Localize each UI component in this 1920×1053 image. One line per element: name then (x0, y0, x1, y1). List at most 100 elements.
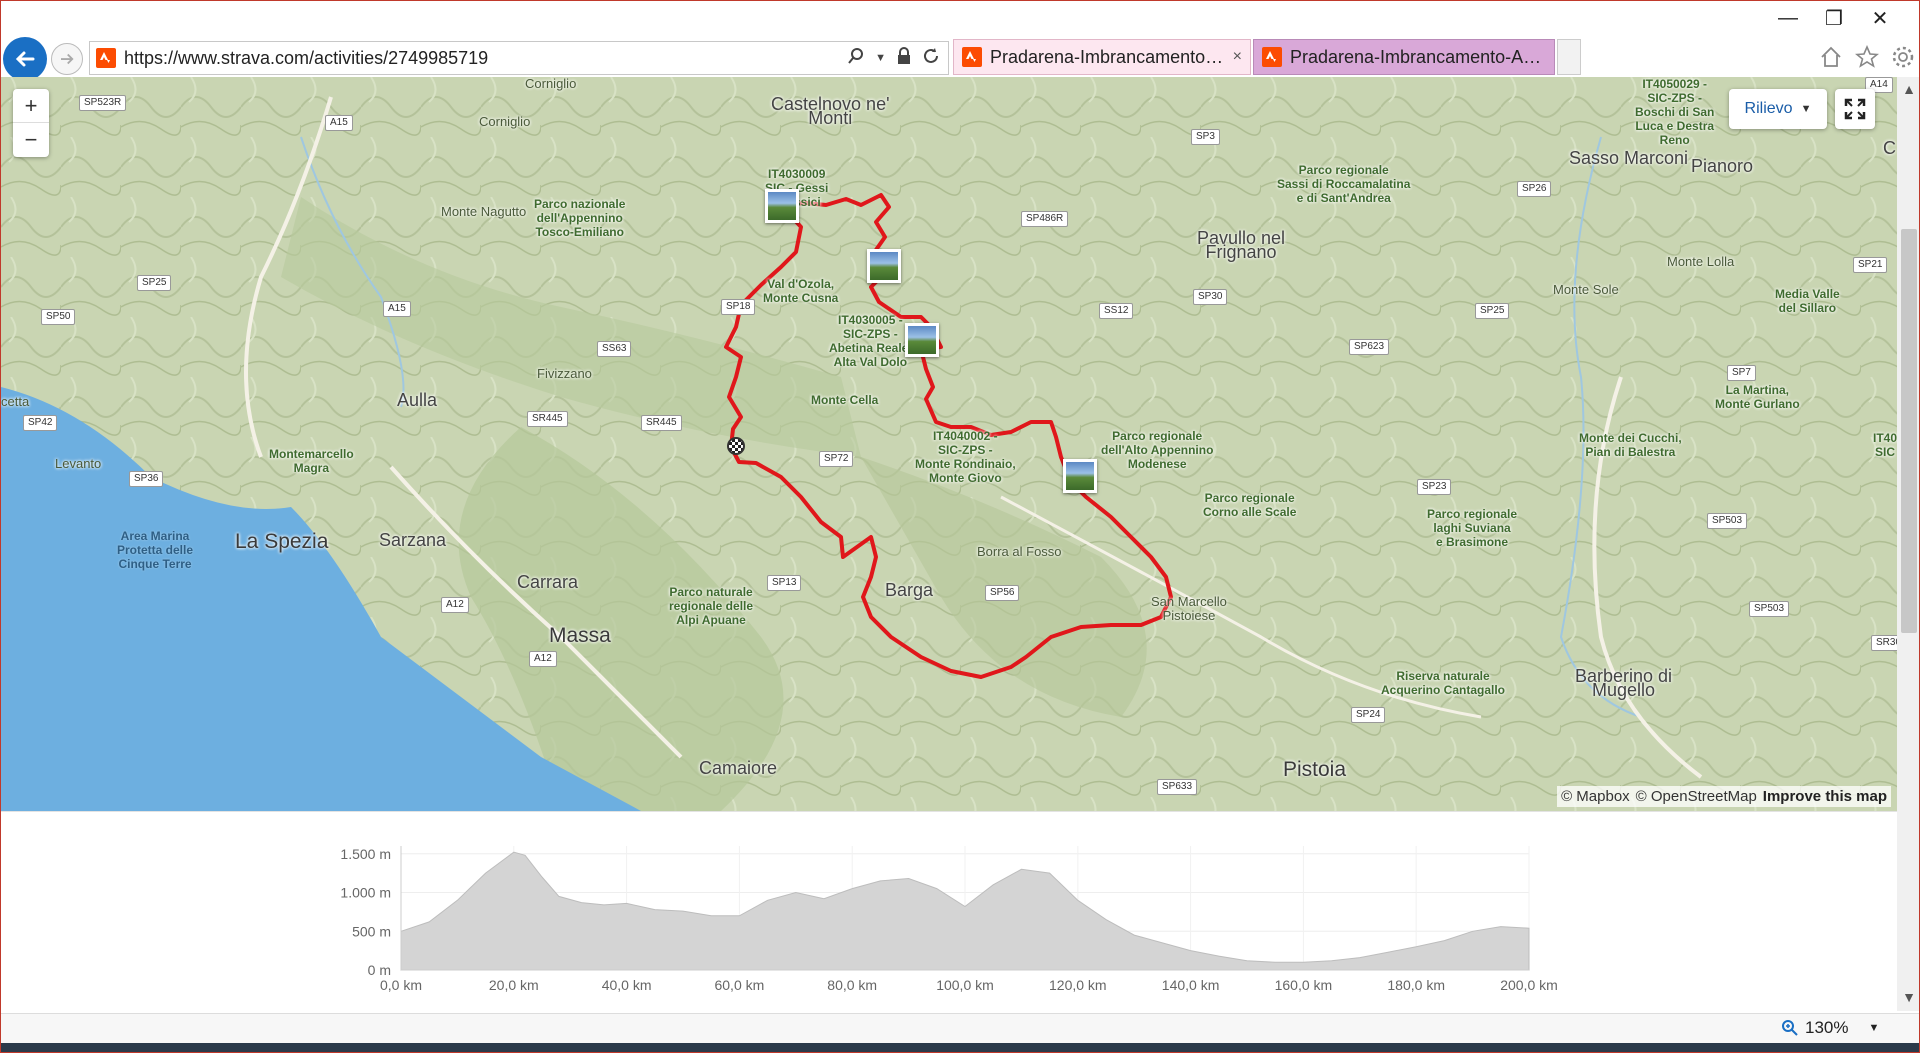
place-label: Pavullo nel Frignano (1197, 228, 1286, 262)
park-label: Parco regionale Sassi di Roccamalatina e… (1277, 163, 1411, 205)
improve-map-link[interactable]: Improve this map (1763, 788, 1887, 805)
status-bar: 130% ▼ (1, 1013, 1919, 1043)
photo-marker[interactable] (1063, 459, 1097, 493)
scroll-down-icon[interactable]: ▼ (1897, 985, 1919, 1009)
park-label: La Martina, Monte Gurlano (1715, 383, 1800, 411)
road-badge: SR445 (641, 415, 682, 431)
road-badge: SP7 (1727, 365, 1756, 381)
road-badge: SP24 (1351, 707, 1386, 723)
layer-label: Rilievo (1744, 100, 1793, 117)
osm-link[interactable]: © OpenStreetMap (1636, 788, 1757, 805)
road-badge: A12 (441, 597, 469, 613)
elevation-profile[interactable]: 1.500 m 1.000 m 500 m 0 m 0,0 km 20,0 km 40,0 … (1, 811, 1897, 1011)
place-label: Sarzana (379, 530, 447, 550)
place-label: Massa (549, 624, 611, 647)
x-tick-label: 40,0 km (602, 977, 652, 993)
road-badge: SP30 (1193, 289, 1228, 305)
place-label: Monte Cella (811, 393, 879, 407)
magnifier-icon (1782, 1020, 1798, 1036)
x-tick-label: 80,0 km (827, 977, 877, 993)
park-label: Montemarcello Magra (269, 447, 354, 475)
lock-icon[interactable] (896, 46, 912, 70)
park-label: Area Marina Protetta delle Cinque Terre (117, 529, 194, 571)
tab-second[interactable]: Pradarena-Imbrancamento-Abe... (1253, 39, 1555, 75)
fullscreen-button[interactable] (1835, 89, 1875, 129)
tab-close-icon[interactable]: × (1233, 48, 1242, 66)
road-badge: SP23 (1417, 479, 1452, 495)
url-text[interactable]: https://www.strava.com/activities/274998… (124, 48, 847, 69)
new-tab-button[interactable] (1557, 39, 1581, 75)
back-button[interactable] (3, 37, 47, 81)
road-badge: SP26 (1517, 181, 1552, 197)
minimize-button[interactable]: — (1765, 3, 1811, 33)
elevation-chart: 1.500 m 1.000 m 500 m 0 m0,0 km 20,0 km 40,0 … (340, 846, 1557, 993)
maximize-button[interactable]: ❐ (1811, 3, 1857, 33)
zoom-level[interactable]: 130% ▼ (1781, 1018, 1879, 1038)
address-bar[interactable]: https://www.strava.com/activities/274998… (89, 41, 949, 75)
tab-label: Pradarena-Imbrancamento-A... (990, 46, 1227, 67)
scroll-up-icon[interactable]: ▲ (1897, 77, 1919, 101)
refresh-icon[interactable] (922, 47, 940, 70)
zoom-in-button[interactable]: + (13, 89, 49, 123)
place-label: La Spezia (235, 530, 329, 553)
park-label: Monte dei Cucchi, Pian di Balestra (1579, 431, 1682, 459)
road-badge: SP503 (1707, 513, 1748, 529)
road-badge: SR30 (1871, 635, 1897, 651)
dropdown-arrow-icon[interactable]: ▼ (1868, 1022, 1879, 1034)
road-badge: SP3 (1191, 129, 1220, 145)
road-badge: SP56 (985, 585, 1020, 601)
x-tick-label: 60,0 km (714, 977, 764, 993)
place-label: Camaiore (699, 758, 778, 778)
place-label: Levanto (55, 456, 102, 471)
x-tick-label: 0,0 km (380, 977, 422, 993)
place-label: Pistoia (1283, 758, 1347, 781)
strava-favicon-icon (962, 47, 982, 67)
x-tick-label: 160,0 km (1275, 977, 1333, 993)
park-label: Parco nazionale dell'Appennino Tosco-Emi… (534, 197, 626, 239)
park-label: Riserva naturale Acquerino Cantagallo (1381, 669, 1506, 697)
road-badge: SP523R (79, 95, 127, 111)
place-label: Fivizzano (537, 366, 592, 381)
gear-icon[interactable] (1889, 43, 1917, 71)
road-badge: SP50 (41, 309, 76, 325)
zoom-percent: 130% (1805, 1018, 1849, 1037)
vertical-scrollbar[interactable]: ▲ ▼ (1897, 77, 1919, 1011)
x-tick-label: 140,0 km (1162, 977, 1220, 993)
place-label: Corniglio (525, 77, 577, 91)
zoom-out-button[interactable]: − (13, 123, 49, 157)
strava-favicon-icon (1262, 47, 1282, 67)
photo-marker[interactable] (867, 249, 901, 283)
y-tick-label: 500 m (352, 923, 391, 939)
place-label: Corniglio (479, 114, 531, 129)
road-badge: SP486R (1021, 211, 1069, 227)
y-tick-label: 0 m (368, 962, 391, 978)
photo-marker[interactable] (905, 323, 939, 357)
route-map[interactable]: Corniglio Corniglio Castelnovo ne' Monti… (1, 77, 1897, 811)
home-icon[interactable] (1817, 43, 1845, 71)
scroll-thumb[interactable] (1901, 229, 1917, 633)
x-tick-label: 180,0 km (1387, 977, 1445, 993)
start-finish-marker[interactable] (727, 437, 745, 455)
close-button[interactable]: ✕ (1857, 3, 1903, 33)
road-badge: SP623 (1349, 339, 1390, 355)
map-attribution: © Mapbox © OpenStreetMap Improve this ma… (1557, 786, 1891, 807)
place-label: Carrara (517, 572, 579, 592)
dropdown-arrow-icon[interactable]: ▼ (875, 52, 886, 64)
place-label: cetta (1, 394, 30, 409)
star-icon[interactable] (1853, 43, 1881, 71)
search-icon[interactable] (847, 47, 865, 70)
park-label: IT40 SIC (1873, 431, 1897, 459)
taskbar (1, 1043, 1919, 1052)
browser-window: — ❐ ✕ https://www.strava.com/activities/… (0, 0, 1920, 1053)
place-label: C (1883, 138, 1896, 158)
road-badge: SP25 (137, 275, 172, 291)
park-label: Parco regionale laghi Suviana e Brasimon… (1427, 507, 1518, 549)
forward-button[interactable] (51, 43, 83, 75)
tab-active[interactable]: Pradarena-Imbrancamento-A... × (953, 39, 1251, 75)
road-badge: SP633 (1157, 779, 1198, 795)
map-layer-dropdown[interactable]: Rilievo ▼ (1729, 89, 1827, 129)
photo-marker[interactable] (765, 189, 799, 223)
caret-down-icon: ▼ (1800, 103, 1812, 115)
mapbox-link[interactable]: © Mapbox (1561, 788, 1630, 805)
place-label: Castelnovo ne' Monti (771, 94, 890, 128)
